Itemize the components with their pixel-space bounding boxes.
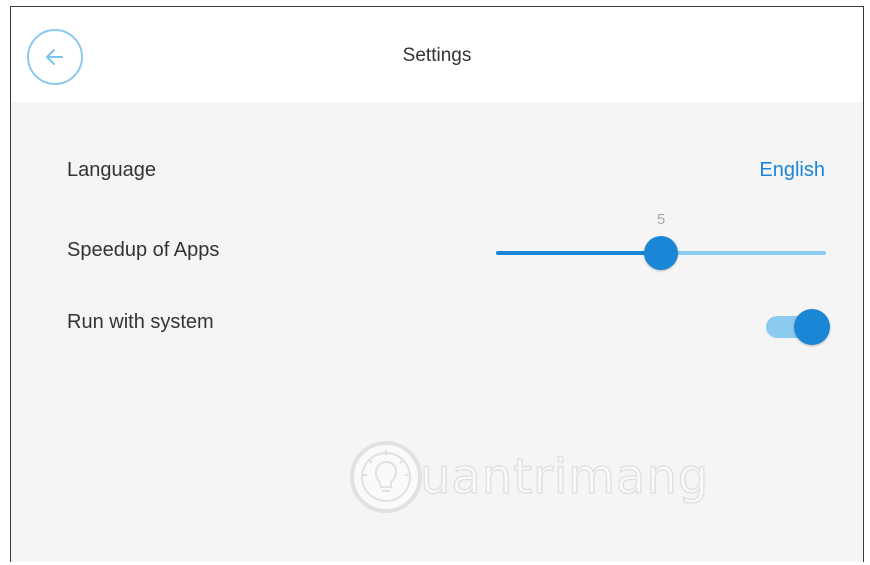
speedup-slider[interactable] <box>496 235 826 271</box>
slider-thumb[interactable] <box>644 236 678 270</box>
run-with-system-label: Run with system <box>67 311 214 333</box>
language-select[interactable]: English <box>759 159 825 182</box>
page-title: Settings <box>402 45 472 66</box>
run-with-system-toggle[interactable] <box>764 307 830 347</box>
watermark: uantrimang <box>346 432 709 522</box>
settings-window: Settings Language English Speedup of App… <box>10 6 864 562</box>
watermark-text: uantrimang <box>419 448 710 506</box>
header-bar: Settings <box>11 7 863 102</box>
toggle-thumb <box>794 309 830 345</box>
speedup-label: Speedup of Apps <box>67 239 220 261</box>
lightbulb-logo <box>350 441 422 513</box>
language-label: Language <box>67 159 156 181</box>
speedup-value-label: 5 <box>656 211 666 228</box>
slider-fill <box>496 251 661 255</box>
